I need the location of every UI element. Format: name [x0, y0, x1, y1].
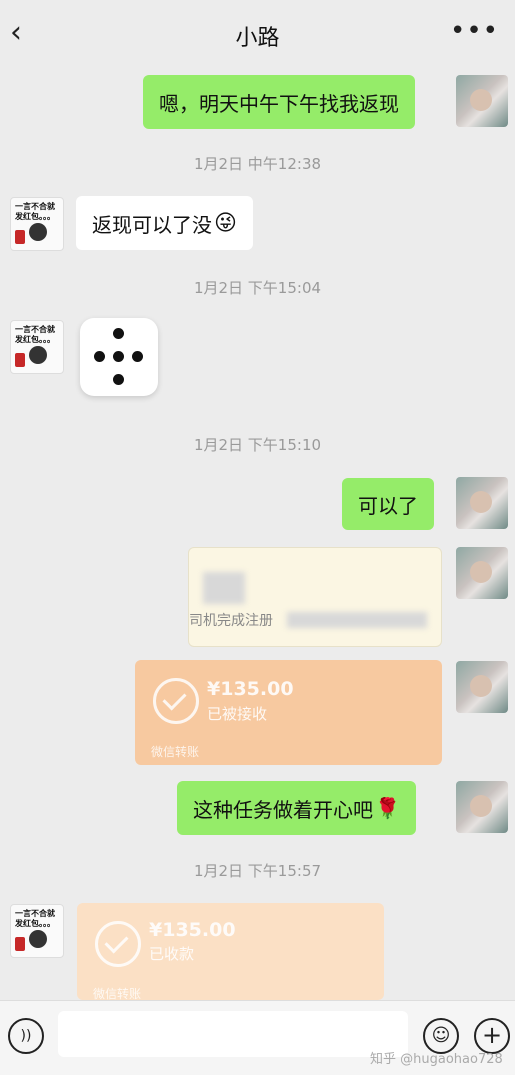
- message-bubble-sent[interactable]: 这种任务做着开心吧 🌹: [177, 781, 416, 835]
- message-bubble-sent[interactable]: 可以了: [342, 478, 434, 530]
- transfer-amount: ¥135.00: [149, 919, 236, 941]
- avatar-self[interactable]: [456, 477, 508, 529]
- transfer-amount: ¥135.00: [207, 678, 294, 700]
- avatar-self[interactable]: [456, 661, 508, 713]
- avatar-contact[interactable]: 一言不合就 发红包。。。: [10, 904, 64, 958]
- check-icon: [95, 921, 141, 967]
- message-text: 可以了: [358, 493, 418, 518]
- voice-icon[interactable]: )): [8, 1018, 44, 1054]
- transfer-footer: 微信转账: [93, 987, 142, 1000]
- rose-icon: 🌹: [375, 796, 400, 820]
- transfer-card-received[interactable]: ¥135.00 已收款 微信转账: [77, 903, 384, 1000]
- message-text: 嗯，明天中午下午找我返现: [159, 91, 399, 116]
- avatar-caption: 发红包。。。: [15, 335, 55, 344]
- message-bubble-sent[interactable]: 嗯，明天中午下午找我返现: [143, 75, 415, 129]
- watermark: 知乎 @hugaohao728: [370, 1052, 503, 1067]
- avatar-self[interactable]: [456, 75, 508, 127]
- avatar-self[interactable]: [456, 547, 508, 599]
- more-dots-icon[interactable]: •••: [450, 16, 499, 46]
- link-card[interactable]: 司机完成注册: [188, 547, 442, 647]
- timestamp: 1月2日 下午15:04: [193, 279, 322, 297]
- transfer-footer: 微信转账: [151, 745, 200, 759]
- emoji-icon: 😜: [214, 210, 237, 236]
- dice-sticker[interactable]: [80, 318, 158, 396]
- check-icon: [153, 678, 199, 724]
- transfer-card[interactable]: ¥135.00 已被接收 微信转账: [135, 660, 442, 765]
- avatar-caption: 发红包。。。: [15, 212, 55, 221]
- avatar-self[interactable]: [456, 781, 508, 833]
- avatar-contact[interactable]: 一言不合就 发红包。。。: [10, 320, 64, 374]
- timestamp: 1月2日 中午12:38: [193, 155, 322, 173]
- link-card-text: 司机完成注册: [189, 613, 273, 629]
- timestamp: 1月2日 下午15:10: [193, 436, 322, 454]
- blurred-content: [287, 612, 427, 628]
- blurred-content: [203, 572, 245, 604]
- chat-header: ‹ 小路 •••: [0, 0, 515, 70]
- avatar-caption: 发红包。。。: [15, 919, 55, 928]
- message-bubble-received[interactable]: 返现可以了没 😜: [76, 196, 253, 250]
- timestamp: 1月2日 下午15:57: [193, 862, 322, 880]
- transfer-status: 已收款: [149, 945, 195, 963]
- avatar-contact[interactable]: 一言不合就 发红包。。。: [10, 197, 64, 251]
- chat-title: 小路: [235, 26, 280, 51]
- message-text: 这种任务做着开心吧: [193, 797, 373, 822]
- transfer-status: 已被接收: [207, 705, 268, 723]
- message-input[interactable]: [58, 1011, 408, 1057]
- message-text: 返现可以了没: [92, 212, 212, 237]
